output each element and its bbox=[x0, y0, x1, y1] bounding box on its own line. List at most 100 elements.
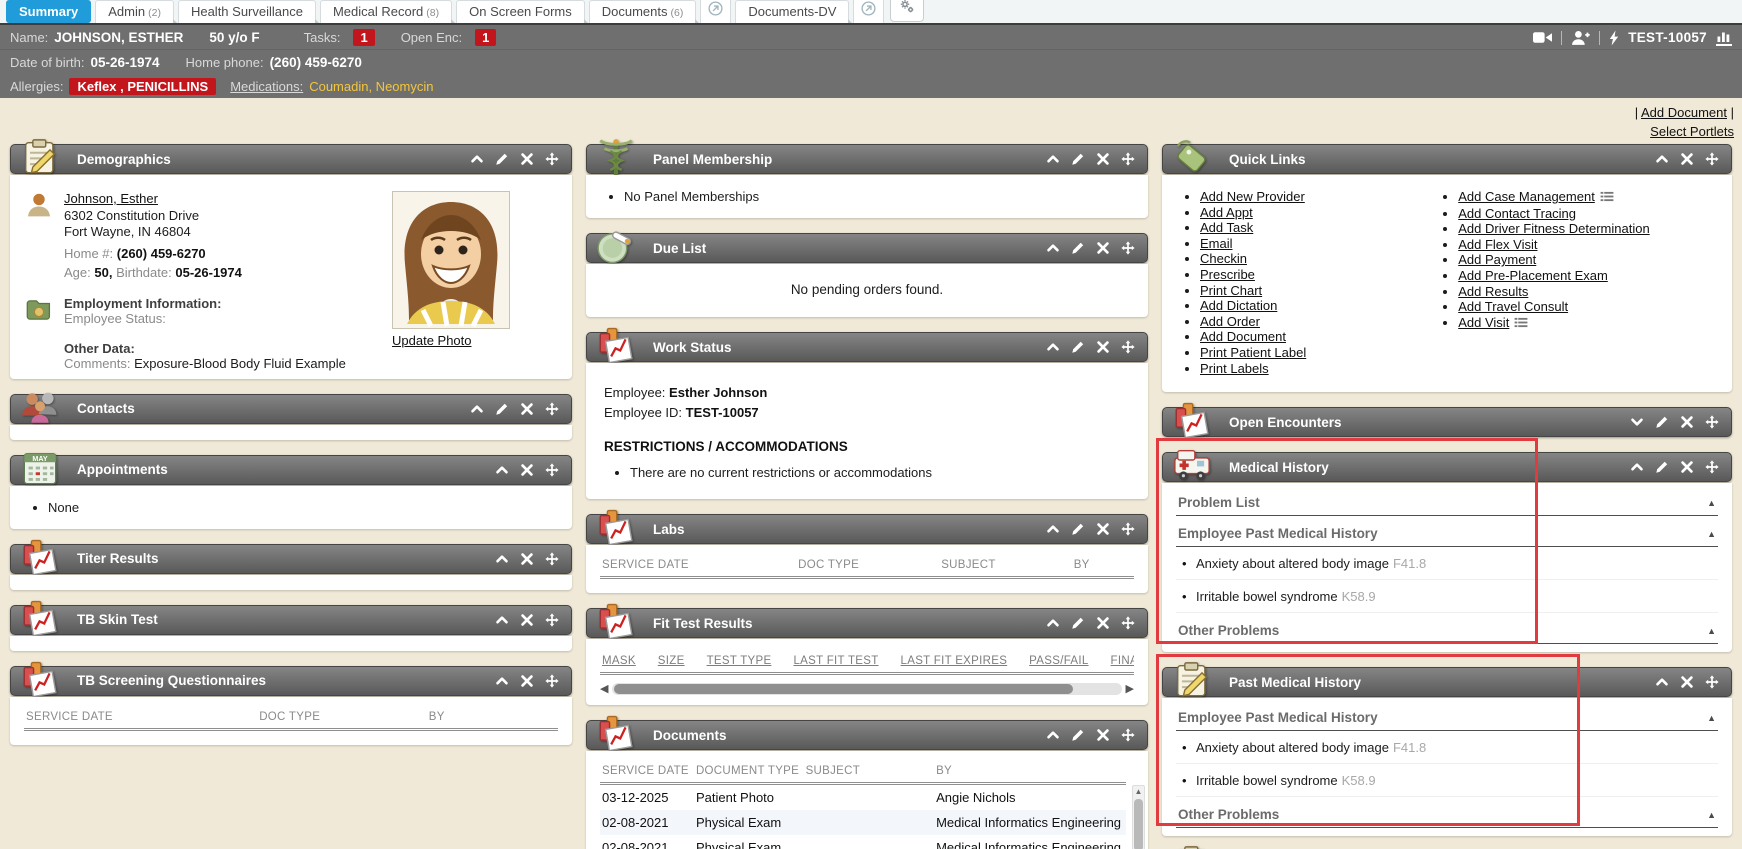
tab-popout[interactable] bbox=[853, 0, 884, 23]
quick-link[interactable]: Print Patient Label bbox=[1200, 345, 1306, 360]
quick-link[interactable]: Add Payment bbox=[1458, 252, 1536, 267]
close-button[interactable] bbox=[1680, 415, 1694, 429]
sortable-column-header[interactable]: PASS/FAIL bbox=[1029, 655, 1088, 667]
quick-link[interactable]: Add Pre-Placement Exam bbox=[1458, 268, 1608, 283]
tasks-count-badge[interactable]: 1 bbox=[353, 29, 374, 46]
add-document-link[interactable]: Add Document bbox=[1641, 105, 1727, 120]
allergies-badge[interactable]: Keflex , PENICILLINS bbox=[69, 78, 216, 95]
move-button[interactable] bbox=[545, 552, 559, 566]
close-button[interactable] bbox=[1096, 241, 1110, 255]
move-button[interactable] bbox=[545, 152, 559, 166]
collapse-triangle-icon[interactable]: ▲ bbox=[1707, 529, 1716, 539]
close-button[interactable] bbox=[520, 402, 534, 416]
quick-link[interactable]: Add Task bbox=[1200, 220, 1253, 235]
collapse-button[interactable] bbox=[495, 463, 509, 477]
portlet-header[interactable]: Quick Links bbox=[1162, 144, 1732, 174]
table-row[interactable]: 02-08-2021Physical ExamMedical Informati… bbox=[600, 835, 1126, 849]
tab-health-surveillance[interactable]: Health Surveillance bbox=[178, 0, 316, 23]
bar-chart-icon[interactable] bbox=[1716, 30, 1732, 46]
close-button[interactable] bbox=[520, 552, 534, 566]
move-button[interactable] bbox=[1705, 675, 1719, 689]
portlet-header[interactable]: Titer Results bbox=[10, 544, 572, 574]
video-camera-icon[interactable] bbox=[1533, 31, 1552, 44]
portlet-header[interactable]: Fit Test Results bbox=[586, 608, 1148, 638]
history-item[interactable]: Irritable bowel syndromeK58.9 bbox=[1176, 764, 1718, 797]
portlet-header[interactable]: Labs bbox=[586, 514, 1148, 544]
close-button[interactable] bbox=[520, 613, 534, 627]
move-button[interactable] bbox=[1121, 241, 1135, 255]
expand-button[interactable] bbox=[1630, 415, 1644, 429]
select-portlets-link[interactable]: Select Portlets bbox=[1650, 124, 1734, 139]
portlet-header[interactable]: Documents bbox=[586, 720, 1148, 750]
column-header[interactable]: SERVICE DATE bbox=[602, 765, 696, 777]
add-user-icon[interactable] bbox=[1571, 30, 1590, 45]
collapse-button[interactable] bbox=[470, 402, 484, 416]
patient-name-link[interactable]: Johnson, Esther bbox=[64, 191, 158, 206]
tab-documents-dv[interactable]: Documents-DV bbox=[735, 0, 849, 23]
column-header[interactable]: BY bbox=[1074, 559, 1132, 571]
collapse-button[interactable] bbox=[495, 552, 509, 566]
portlet-header[interactable]: Demographics bbox=[10, 144, 572, 174]
close-button[interactable] bbox=[1680, 675, 1694, 689]
sortable-column-header[interactable]: MASK bbox=[602, 655, 636, 667]
quick-link[interactable]: Add New Provider bbox=[1200, 189, 1305, 204]
edit-button[interactable] bbox=[1071, 340, 1085, 354]
quick-link[interactable]: Add Travel Consult bbox=[1458, 299, 1568, 314]
tab-on-screen-forms[interactable]: On Screen Forms bbox=[456, 0, 585, 23]
update-photo-link[interactable]: Update Photo bbox=[392, 333, 472, 348]
move-button[interactable] bbox=[1705, 460, 1719, 474]
collapse-button[interactable] bbox=[1046, 522, 1060, 536]
collapse-button[interactable] bbox=[1046, 340, 1060, 354]
quick-link[interactable]: Add Document bbox=[1200, 329, 1286, 344]
collapse-button[interactable] bbox=[1046, 241, 1060, 255]
close-button[interactable] bbox=[1680, 152, 1694, 166]
column-header[interactable]: SERVICE DATE bbox=[602, 559, 798, 571]
column-header[interactable]: DOC TYPE bbox=[798, 559, 941, 571]
close-button[interactable] bbox=[1096, 616, 1110, 630]
portlet-header[interactable]: Medical History bbox=[1162, 452, 1732, 482]
quick-link[interactable]: Add Driver Fitness Determination bbox=[1458, 221, 1649, 236]
portlet-header[interactable]: Past Medical History bbox=[1162, 667, 1732, 697]
edit-button[interactable] bbox=[495, 402, 509, 416]
close-button[interactable] bbox=[1096, 522, 1110, 536]
column-header[interactable]: BY bbox=[936, 765, 1124, 777]
collapse-button[interactable] bbox=[1655, 152, 1669, 166]
move-button[interactable] bbox=[545, 613, 559, 627]
tab-documents[interactable]: Documents(6) bbox=[589, 0, 697, 23]
edit-button[interactable] bbox=[1071, 522, 1085, 536]
table-row[interactable]: 03-12-2025Patient PhotoAngie Nichols bbox=[600, 785, 1126, 810]
sortable-column-header[interactable]: LAST FIT EXPIRES bbox=[901, 655, 1008, 667]
move-button[interactable] bbox=[545, 402, 559, 416]
history-item[interactable]: Irritable bowel syndromeK58.9 bbox=[1176, 580, 1718, 613]
close-button[interactable] bbox=[1096, 728, 1110, 742]
collapse-triangle-icon[interactable]: ▲ bbox=[1707, 810, 1716, 820]
edit-button[interactable] bbox=[1071, 728, 1085, 742]
move-button[interactable] bbox=[1705, 415, 1719, 429]
move-button[interactable] bbox=[1121, 728, 1135, 742]
edit-button[interactable] bbox=[1071, 152, 1085, 166]
move-button[interactable] bbox=[545, 674, 559, 688]
edit-button[interactable] bbox=[1071, 241, 1085, 255]
edit-button[interactable] bbox=[1655, 415, 1669, 429]
collapse-button[interactable] bbox=[470, 152, 484, 166]
close-button[interactable] bbox=[1680, 460, 1694, 474]
collapse-button[interactable] bbox=[1655, 675, 1669, 689]
tab-admin[interactable]: Admin(2) bbox=[95, 0, 174, 23]
tab-popout[interactable] bbox=[700, 0, 731, 23]
quick-link[interactable]: Checkin bbox=[1200, 251, 1247, 266]
edit-button[interactable] bbox=[1655, 460, 1669, 474]
open-enc-count-badge[interactable]: 1 bbox=[475, 29, 496, 46]
sortable-column-header[interactable]: LAST FIT TEST bbox=[793, 655, 878, 667]
portlet-header[interactable]: TB Screening Questionnaires bbox=[10, 666, 572, 696]
collapse-button[interactable] bbox=[1046, 616, 1060, 630]
close-button[interactable] bbox=[520, 463, 534, 477]
quick-link[interactable]: Add Case Management bbox=[1458, 189, 1595, 204]
scroll-up-arrow[interactable]: ▲ bbox=[1133, 786, 1144, 798]
column-header[interactable]: SUBJECT bbox=[806, 765, 937, 777]
scrollbar-thumb[interactable] bbox=[614, 684, 1072, 694]
collapse-triangle-icon[interactable]: ▲ bbox=[1707, 626, 1716, 636]
quick-link[interactable]: Print Chart bbox=[1200, 283, 1262, 298]
collapse-button[interactable] bbox=[1046, 728, 1060, 742]
history-item[interactable]: Anxiety about altered body imageF41.8 bbox=[1176, 547, 1718, 580]
quick-link[interactable]: Add Contact Tracing bbox=[1458, 206, 1576, 221]
